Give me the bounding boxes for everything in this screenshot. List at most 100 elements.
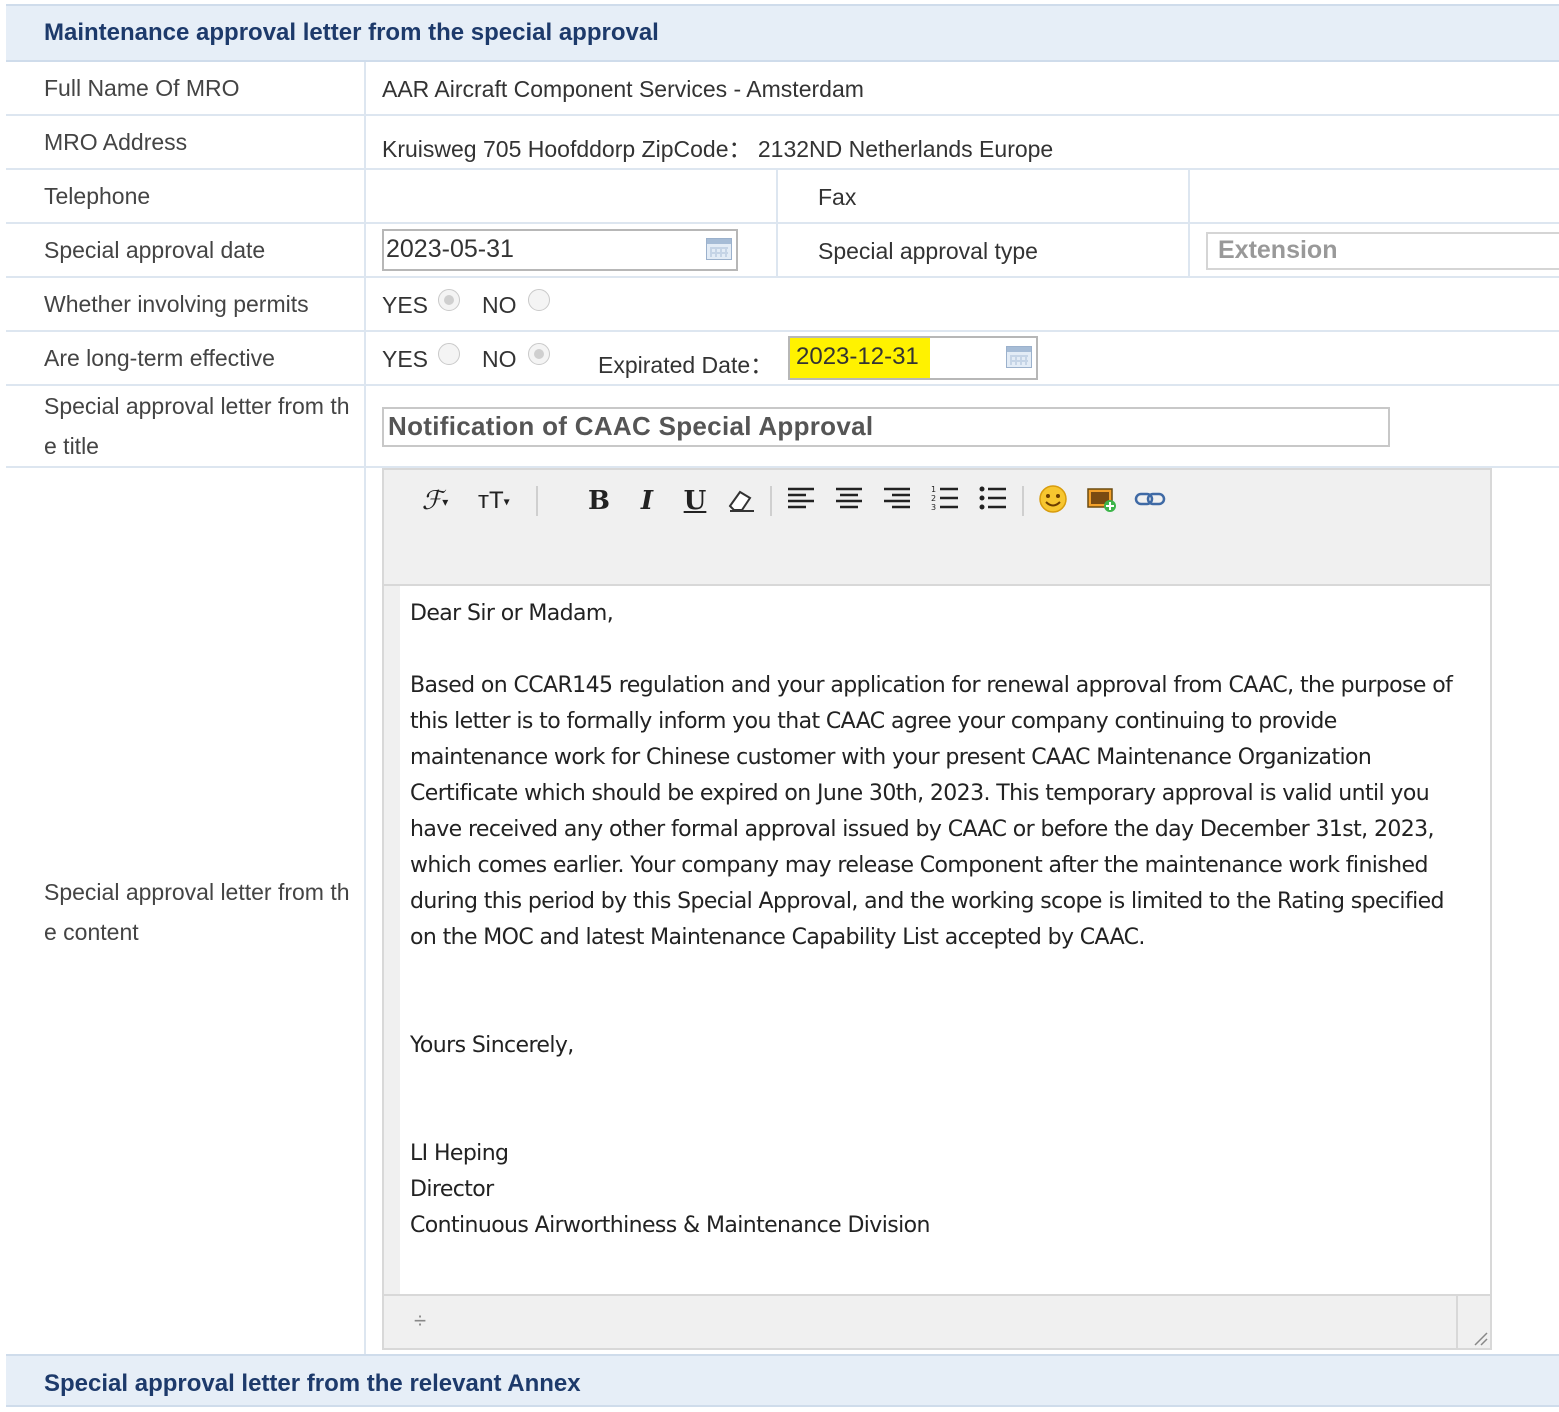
italic-icon: I [640,486,654,516]
letter-title-label-line1: Special approval letter from th [44,393,350,419]
approval-type-field[interactable]: Extension [1206,232,1559,270]
telephone-label: Telephone [44,183,151,209]
permits-label: Whether involving permits [44,291,309,317]
link-icon [1134,492,1166,506]
editor-gutter [382,586,400,1294]
approval-type-label: Special approval type [818,238,1038,264]
dropdown-arrow-icon: ▾ [442,495,449,509]
expirated-date-value: 2023-12-31 [796,343,919,370]
letter-body-line: this letter is to formally inform you th… [410,709,1337,734]
unordered-list-icon [979,486,1006,510]
svg-text:2: 2 [931,494,936,503]
editor-content[interactable]: Dear Sir or Madam, Based on CCAR145 regu… [400,586,1490,1294]
letter-title-label-line2: e title [44,433,99,459]
longterm-no-label: NO [482,346,517,372]
longterm-yes-radio[interactable] [438,343,460,365]
permits-no-label: NO [482,292,517,318]
ordered-list-button[interactable]: 123 [930,484,960,518]
column-divider [776,168,778,276]
letter-body-line: during this period by this Special Appro… [410,889,1444,914]
permits-no-radio[interactable] [528,289,550,311]
section-header-annex: Special approval letter from the relevan… [6,1354,1559,1407]
letter-body-line: have received any other formal approval … [410,817,1435,842]
svg-text:3: 3 [931,503,936,512]
full-name-label: Full Name Of MRO [44,75,240,101]
resize-divider-icon[interactable]: ÷ [414,1308,426,1334]
longterm-label: Are long-term effective [44,345,275,371]
editor-statusbar: ÷ [382,1294,1492,1350]
toolbar-separator [770,486,772,516]
approval-date-input[interactable]: 2023-05-31 [382,229,738,271]
font-family-button[interactable]: ℱ▾ [420,484,450,518]
signature-title: Director [410,1177,494,1202]
letter-content-label-line2: e content [44,919,139,945]
editor-border [1490,586,1492,1294]
dropdown-arrow-icon: ▾ [503,494,510,509]
letter-body-line: maintenance work for Chinese customer wi… [410,745,1372,770]
letter-title-value: Notification of CAAC Special Approval [388,411,874,441]
underline-icon: U [683,486,707,516]
align-center-icon [836,487,862,509]
insert-link-button[interactable] [1134,484,1166,518]
unordered-list-button[interactable] [978,484,1008,518]
align-left-button[interactable] [786,484,816,518]
letter-body-line: Certificate which should be expired on J… [410,781,1430,806]
align-left-icon [788,487,814,509]
column-divider [1188,168,1190,276]
section-title-main: Maintenance approval letter from the spe… [44,19,659,46]
approval-date-label: Special approval date [44,237,266,263]
expirated-date-input[interactable]: 2023-12-31 [788,336,1038,380]
letter-content-label-line1: Special approval letter from th [44,879,350,905]
row-divider [6,114,1559,116]
signature-division: Continuous Airworthiness & Maintenance D… [410,1213,930,1238]
section-header-main: Maintenance approval letter from the spe… [6,4,1559,62]
letter-title-input[interactable]: Notification of CAAC Special Approval [382,407,1390,447]
insert-image-icon [1087,488,1116,512]
eraser-button[interactable] [726,484,756,518]
toolbar-separator [1022,486,1024,516]
align-right-button[interactable] [882,484,912,518]
font-size-icon: ᴛT [478,487,504,514]
expirated-date-label: Expirated Date： [598,352,774,378]
letter-greeting: Dear Sir or Madam, [410,601,614,626]
approval-type-value: Extension [1218,236,1338,264]
row-divider [6,222,1559,224]
row-divider [6,330,1559,332]
letter-body-line: on the MOC and latest Maintenance Capabi… [410,925,1145,950]
letter-body-line: Based on CCAR145 regulation and your app… [410,673,1453,698]
letter-closing: Yours Sincerely, [410,1033,574,1058]
mro-address-value: Kruisweg 705 Hoofddorp ZipCode： 2132ND N… [382,136,1054,162]
letter-body-line: which comes earlier. Your company may re… [410,853,1428,878]
section-title-annex: Special approval letter from the relevan… [44,1370,581,1397]
insert-image-button[interactable] [1086,484,1118,518]
approval-date-value: 2023-05-31 [386,235,514,263]
full-name-value: AAR Aircraft Component Services - Amster… [382,76,864,102]
calendar-icon[interactable] [706,238,732,260]
font-size-button[interactable]: ᴛT▾ [478,484,510,518]
smiley-icon [1039,485,1067,513]
row-divider [6,168,1559,170]
align-right-icon [884,487,910,509]
editor-toolbar: ℱ▾ ᴛT▾ B I U 123 [382,468,1492,586]
font-family-icon: ℱ [421,486,443,516]
toolbar-separator [536,486,538,516]
resize-grip-icon[interactable] [1472,1330,1488,1346]
svg-text:1: 1 [931,485,936,494]
bold-button[interactable]: B [584,484,614,518]
permits-yes-radio[interactable] [438,289,460,311]
emoticon-button[interactable] [1038,484,1068,518]
italic-button[interactable]: I [632,484,662,518]
calendar-icon[interactable] [1006,346,1032,368]
longterm-no-radio[interactable] [528,343,550,365]
underline-button[interactable]: U [680,484,710,518]
align-center-button[interactable] [834,484,864,518]
eraser-icon [728,490,754,512]
permits-yes-label: YES [382,292,429,318]
ordered-list-icon: 123 [931,485,958,512]
mro-address-label: MRO Address [44,129,188,155]
fax-label: Fax [818,184,857,210]
bold-icon: B [588,486,610,516]
